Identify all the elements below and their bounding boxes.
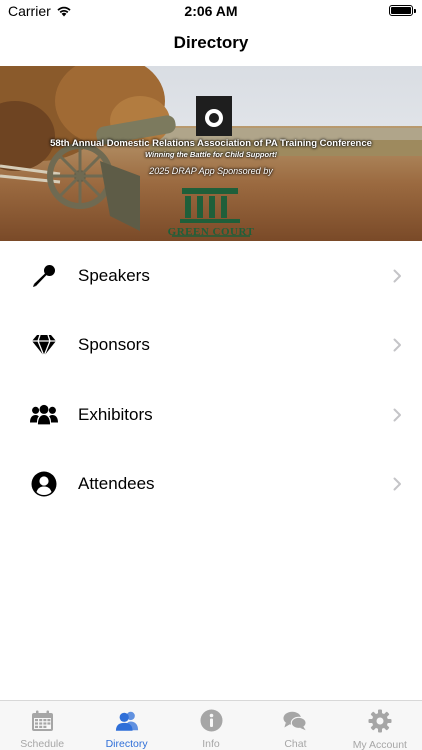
tab-schedule[interactable]: Schedule <box>0 701 84 750</box>
people-icon <box>115 709 139 732</box>
user-circle-icon <box>30 470 58 498</box>
tab-bar: Schedule Directory Info Chat My Account <box>0 700 422 750</box>
directory-list: Speakers Sponsors Exhibitors Attendees <box>0 241 422 519</box>
directory-item-attendees[interactable]: Attendees <box>0 450 422 520</box>
status-bar: Carrier 2:06 AM <box>0 0 422 24</box>
directory-item-sponsors[interactable]: Sponsors <box>0 311 422 381</box>
directory-item-exhibitors[interactable]: Exhibitors <box>0 380 422 450</box>
chevron-right-icon <box>393 477 401 491</box>
tab-label: My Account <box>352 739 407 750</box>
conference-banner: 58th Annual Domestic Relations Associati… <box>0 66 422 241</box>
sponsor-logo-text: GREEN COURT <box>167 226 255 238</box>
battery-icon <box>389 5 416 16</box>
microphone-icon <box>30 262 58 290</box>
tab-label: Chat <box>284 738 307 750</box>
tab-label: Directory <box>105 738 148 750</box>
page-title: Directory <box>173 33 249 52</box>
tab-my-account[interactable]: My Account <box>338 701 422 750</box>
info-icon <box>199 709 223 732</box>
directory-item-label: Speakers <box>78 265 150 285</box>
people-icon <box>30 401 58 429</box>
banner-subtitle: Winning the Battle for Child Support! <box>145 150 277 159</box>
chat-bubbles-icon <box>283 709 308 732</box>
tab-label: Info <box>202 738 220 750</box>
banner-title: 58th Annual Domestic Relations Associati… <box>50 138 372 149</box>
directory-item-speakers[interactable]: Speakers <box>0 241 422 311</box>
chevron-right-icon <box>393 269 401 283</box>
directory-item-label: Sponsors <box>78 335 150 355</box>
tab-chat[interactable]: Chat <box>253 701 337 750</box>
gear-icon <box>368 709 392 733</box>
chevron-right-icon <box>393 408 401 422</box>
calendar-icon <box>30 709 54 732</box>
tab-label: Schedule <box>20 738 65 750</box>
diamond-icon <box>30 331 58 359</box>
banner-sponsor-line: 2025 DRAP App Sponsored by <box>149 166 273 176</box>
chevron-right-icon <box>393 338 401 352</box>
tab-info[interactable]: Info <box>169 701 253 750</box>
status-time: 2:06 AM <box>184 3 238 19</box>
directory-item-label: Attendees <box>78 474 155 494</box>
tab-directory[interactable]: Directory <box>84 701 168 750</box>
directory-item-label: Exhibitors <box>78 404 153 424</box>
